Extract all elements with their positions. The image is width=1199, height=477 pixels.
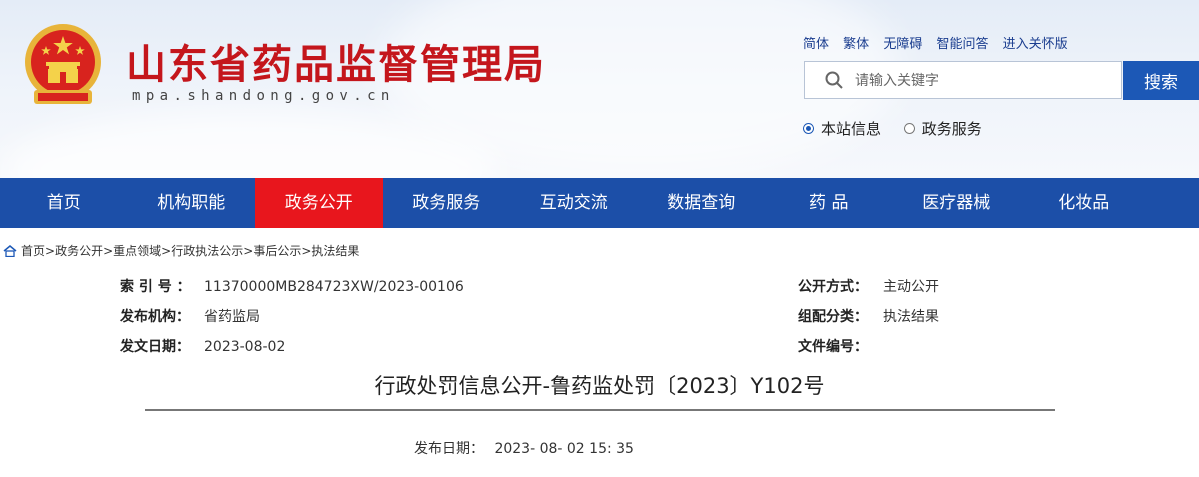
nav-institution[interactable]: 机构职能	[128, 178, 256, 228]
publish-date-label: 发布日期：	[414, 441, 484, 457]
nav-data-query[interactable]: 数据查询	[638, 178, 766, 228]
toplink-smart-qa[interactable]: 智能问答	[936, 37, 988, 52]
nav-drugs[interactable]: 药 品	[765, 178, 893, 228]
scope-gov-service-label: 政务服务	[921, 120, 982, 138]
meta-publisher: 发布机构： 省药监局	[120, 306, 260, 326]
breadcrumb-separator: >	[243, 243, 254, 258]
meta-index-no-label: 索 引 号 ：	[120, 279, 191, 295]
breadcrumb-separator: >	[103, 243, 114, 258]
breadcrumb-enforcement-results[interactable]: 执法结果	[311, 242, 359, 259]
site-url: mpa.shandong.gov.cn	[132, 88, 395, 104]
breadcrumb-separator: >	[161, 243, 172, 258]
breadcrumb-key-areas[interactable]: 重点领域	[113, 242, 161, 259]
search-icon	[825, 71, 843, 89]
meta-publisher-label: 发布机构：	[120, 309, 190, 325]
main-nav: 首页 机构职能 政务公开 政务服务 互动交流 数据查询 药 品 医疗器械 化妆品	[0, 178, 1199, 228]
nav-gov-service[interactable]: 政务服务	[383, 178, 511, 228]
meta-open-mode: 公开方式： 主动公开	[798, 276, 939, 296]
nav-gov-affairs-public[interactable]: 政务公开	[255, 178, 383, 228]
search-box	[804, 61, 1122, 100]
nav-cosmetics[interactable]: 化妆品	[1020, 178, 1148, 228]
breadcrumb-law-enforcement[interactable]: 行政执法公示	[171, 242, 243, 259]
scope-site-info[interactable]: 本站信息	[803, 118, 881, 139]
meta-issue-date: 发文日期： 2023-08-02	[120, 336, 285, 356]
meta-issue-date-value: 2023-08-02	[204, 339, 286, 355]
publish-date-value: 2023- 08- 02 15: 35	[494, 441, 634, 457]
breadcrumb-separator: >	[45, 243, 56, 258]
breadcrumb-post-publicity[interactable]: 事后公示	[253, 242, 301, 259]
site-header: 山东省药品监督管理局 mpa.shandong.gov.cn 简体 繁体 无障碍…	[0, 0, 1199, 178]
meta-category-value: 执法结果	[883, 309, 939, 325]
nav-home[interactable]: 首页	[0, 178, 128, 228]
meta-issue-date-label: 发文日期：	[120, 339, 190, 355]
meta-open-mode-value: 主动公开	[883, 279, 939, 295]
scope-site-info-label: 本站信息	[821, 120, 882, 138]
meta-doc-no-label: 文件编号：	[798, 339, 868, 355]
meta-category: 组配分类： 执法结果	[798, 306, 939, 326]
meta-publisher-value: 省药监局	[204, 309, 260, 325]
search-button[interactable]: 搜索	[1123, 61, 1199, 100]
national-emblem-icon[interactable]	[22, 22, 104, 108]
nav-medical-devices[interactable]: 医疗器械	[893, 178, 1021, 228]
title-divider	[145, 409, 1055, 411]
meta-doc-no: 文件编号：	[798, 336, 883, 356]
publish-date: 发布日期： 2023- 08- 02 15: 35	[414, 438, 634, 458]
article-title: 行政处罚信息公开-鲁药监处罚〔2023〕Y102号	[374, 374, 825, 398]
radio-unselected-icon[interactable]	[903, 123, 915, 134]
breadcrumb-gov-affairs[interactable]: 政务公开	[55, 242, 103, 259]
radio-selected-icon[interactable]	[803, 123, 814, 134]
meta-index-no-value: 11370000MB284723XW/2023-00106	[204, 279, 464, 295]
toplink-traditional[interactable]: 繁体	[843, 37, 869, 52]
breadcrumb-separator: >	[301, 243, 312, 258]
site-title[interactable]: 山东省药品监督管理局	[126, 32, 546, 90]
toplink-care-mode[interactable]: 进入关怀版	[1003, 37, 1068, 52]
toplink-simplified[interactable]: 简体	[803, 37, 829, 52]
breadcrumb: 首页 > 政务公开 > 重点领域 > 行政执法公示 > 事后公示 > 执法结果	[3, 242, 359, 259]
toplink-accessibility[interactable]: 无障碍	[883, 37, 922, 52]
breadcrumb-home[interactable]: 首页	[21, 242, 45, 259]
search-scope-group: 本站信息 政务服务	[803, 118, 1000, 139]
top-links: 简体 繁体 无障碍 智能问答 进入关怀版	[803, 33, 1078, 52]
home-icon	[3, 244, 17, 257]
search-input[interactable]	[853, 62, 1117, 100]
scope-gov-service[interactable]: 政务服务	[903, 118, 982, 139]
nav-interaction[interactable]: 互动交流	[510, 178, 638, 228]
meta-category-label: 组配分类：	[798, 309, 868, 325]
meta-open-mode-label: 公开方式：	[798, 279, 868, 295]
meta-index-no: 索 引 号 ： 11370000MB284723XW/2023-00106	[120, 276, 464, 296]
